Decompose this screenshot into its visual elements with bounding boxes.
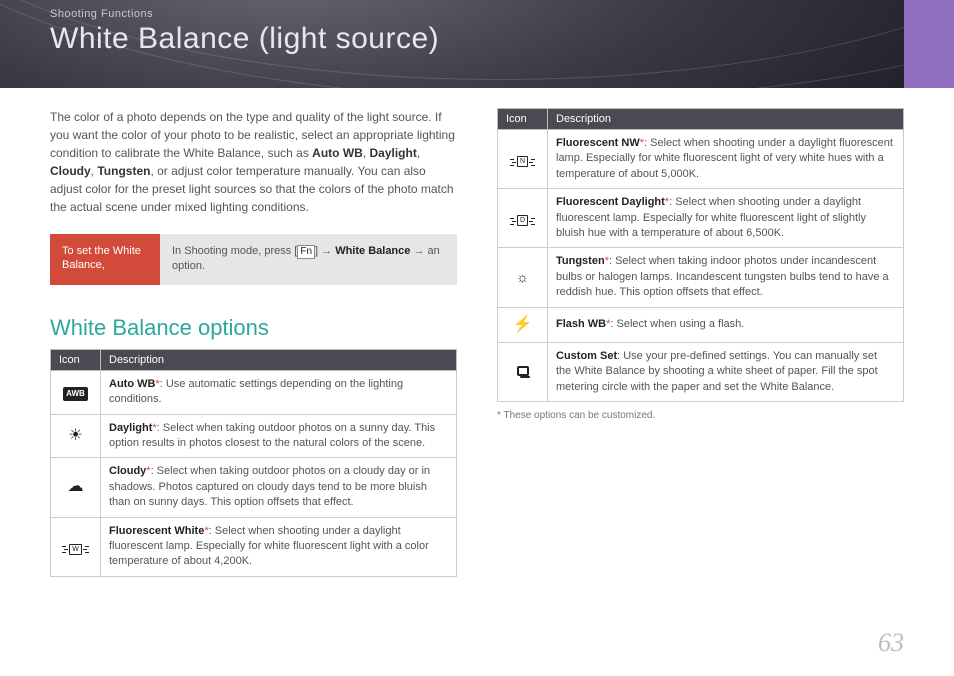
fluorescent-daylight-icon: D xyxy=(517,215,528,226)
instruction-text: In Shooting mode, press [Fn] → White Bal… xyxy=(160,234,457,285)
icon-cell: D xyxy=(498,189,548,248)
table-row: ☁ Cloudy*: Select when taking outdoor pho… xyxy=(51,458,457,517)
custom-set-icon xyxy=(517,366,529,376)
table-row: D Fluorescent Daylight*: Select when shoo… xyxy=(498,189,904,248)
table-row: Custom Set: Use your pre-defined setting… xyxy=(498,342,904,401)
right-column: Icon Description N Fluorescent NW*: Selec… xyxy=(497,108,904,577)
breadcrumb: Shooting Functions xyxy=(50,8,904,20)
page-title: White Balance (light source) xyxy=(50,22,904,56)
description-cell: Custom Set: Use your pre-defined setting… xyxy=(548,342,904,401)
intro-paragraph: The color of a photo depends on the type… xyxy=(50,108,457,216)
description-cell: Tungsten*: Select when taking indoor pho… xyxy=(548,248,904,307)
icon-cell: ⚡ xyxy=(498,307,548,342)
icon-cell: ☼ xyxy=(498,248,548,307)
instruction-label: To set the White Balance, xyxy=(50,234,160,285)
description-cell: Fluorescent Daylight*: Select when shoot… xyxy=(548,189,904,248)
flash-wb-icon: ⚡ xyxy=(513,316,533,333)
instruction-box: To set the White Balance, In Shooting mo… xyxy=(50,234,457,285)
description-cell: Flash WB*: Select when using a flash. xyxy=(548,307,904,342)
table-header-desc: Description xyxy=(101,349,457,370)
left-column: The color of a photo depends on the type… xyxy=(50,108,457,577)
cloudy-icon: ☁ xyxy=(68,478,84,495)
icon-cell: ☁ xyxy=(51,458,101,517)
icon-cell: W xyxy=(51,517,101,576)
icon-cell: N xyxy=(498,130,548,189)
table-row: ☀ Daylight*: Select when taking outdoor p… xyxy=(51,414,457,458)
table-header-icon: Icon xyxy=(51,349,101,370)
icon-cell: AWB xyxy=(51,370,101,414)
content-area: The color of a photo depends on the type… xyxy=(0,88,954,577)
icon-cell: ☀ xyxy=(51,414,101,458)
table-row: N Fluorescent NW*: Select when shooting u… xyxy=(498,130,904,189)
auto-wb-icon: AWB xyxy=(63,387,88,400)
table-row: ⚡ Flash WB*: Select when using a flash. xyxy=(498,307,904,342)
tungsten-icon: ☼ xyxy=(516,269,529,285)
fn-key-icon: Fn xyxy=(297,245,315,259)
description-cell: Fluorescent White*: Select when shooting… xyxy=(101,517,457,576)
table-row: ☼ Tungsten*: Select when taking indoor ph… xyxy=(498,248,904,307)
fluorescent-nw-icon: N xyxy=(517,156,528,167)
daylight-icon: ☀ xyxy=(68,427,82,444)
white-balance-table-right: Icon Description N Fluorescent NW*: Selec… xyxy=(497,108,904,402)
fluorescent-white-icon: W xyxy=(69,544,82,555)
description-cell: Auto WB*: Use automatic settings dependi… xyxy=(101,370,457,414)
table-header-icon: Icon xyxy=(498,109,548,130)
description-cell: Cloudy*: Select when taking outdoor phot… xyxy=(101,458,457,517)
footnote: * These options can be customized. xyxy=(497,410,904,421)
options-heading: White Balance options xyxy=(50,315,457,341)
table-header-desc: Description xyxy=(548,109,904,130)
page-header: Shooting Functions White Balance (light … xyxy=(0,0,954,88)
table-row: AWB Auto WB*: Use automatic settings depe… xyxy=(51,370,457,414)
icon-cell xyxy=(498,342,548,401)
description-cell: Daylight*: Select when taking outdoor ph… xyxy=(101,414,457,458)
description-cell: Fluorescent NW*: Select when shooting un… xyxy=(548,130,904,189)
table-row: W Fluorescent White*: Select when shootin… xyxy=(51,517,457,576)
white-balance-table-left: Icon Description AWB Auto WB*: Use automa… xyxy=(50,349,457,577)
page-number: 63 xyxy=(878,628,904,658)
